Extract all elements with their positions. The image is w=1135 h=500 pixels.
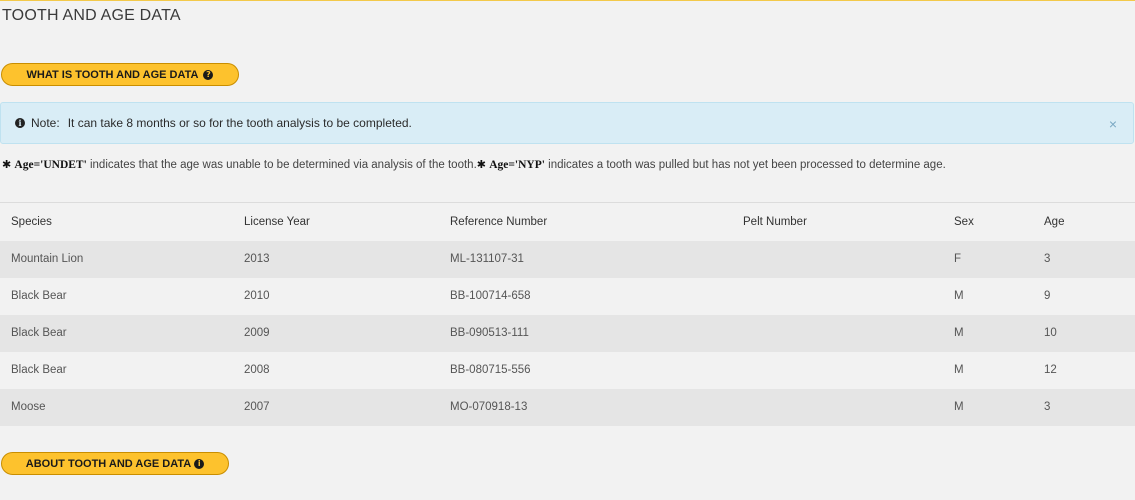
note-alert: i Note: It can take 8 months or so for t…	[0, 102, 1134, 144]
tooth-age-table: Species License Year Reference Number Pe…	[0, 202, 1135, 426]
header-reference-number[interactable]: Reference Number	[439, 203, 732, 241]
cell-pelt-number	[732, 241, 943, 278]
cell-sex: M	[954, 401, 964, 413]
question-circle-icon: ?	[203, 69, 214, 80]
cell-license-year: 2009	[244, 327, 270, 339]
what-is-tooth-age-data-button[interactable]: WHAT IS TOOTH AND AGE DATA ?	[1, 63, 239, 86]
cell-sex: M	[954, 364, 964, 376]
table-row: Moose 2007 MO-070918-13 M 3	[0, 388, 1135, 426]
undet-code: Age='UNDET'	[14, 159, 87, 171]
cell-reference-number: ML-131107-31	[450, 253, 524, 265]
cell-species: Black Bear	[11, 327, 67, 339]
info-circle-icon: i	[15, 118, 25, 128]
asterisk-icon: ✱	[2, 158, 12, 171]
cell-species: Mountain Lion	[11, 253, 84, 265]
close-icon[interactable]: ×	[1109, 116, 1117, 132]
alert-text: It can take 8 months or so for the tooth…	[67, 116, 412, 130]
cell-pelt-number	[732, 278, 943, 315]
cell-reference-number: BB-080715-556	[450, 364, 531, 376]
info-circle-icon: i	[194, 458, 205, 469]
about-tooth-age-data-button[interactable]: ABOUT TOOTH AND AGE DATA i	[1, 452, 229, 475]
table-row: Black Bear 2009 BB-090513-111 M 10	[0, 314, 1135, 352]
cell-species: Moose	[11, 401, 46, 413]
cell-pelt-number	[732, 389, 943, 426]
cell-reference-number: BB-090513-111	[450, 327, 529, 339]
cell-age: 9	[1044, 290, 1051, 302]
top-accent-border	[0, 0, 1135, 1]
cell-reference-number: BB-100714-658	[450, 290, 531, 302]
cell-species: Black Bear	[11, 290, 67, 302]
cell-license-year: 2008	[244, 364, 270, 376]
table-row: Black Bear 2010 BB-100714-658 M 9	[0, 277, 1135, 315]
age-code-legend: ✱ Age='UNDET' indicates that the age was…	[2, 158, 946, 171]
table-row: Mountain Lion 2013 ML-131107-31 F 3	[0, 240, 1135, 278]
table-row: Black Bear 2008 BB-080715-556 M 12	[0, 351, 1135, 389]
header-species[interactable]: Species	[0, 203, 233, 241]
cell-age: 10	[1044, 327, 1057, 339]
nyp-description: indicates a tooth was pulled but has not…	[548, 159, 946, 171]
cell-reference-number: MO-070918-13	[450, 401, 528, 413]
cell-license-year: 2013	[244, 253, 270, 265]
cell-sex: F	[954, 253, 962, 265]
cell-pelt-number	[732, 315, 943, 352]
what-button-label: WHAT IS TOOTH AND AGE DATA	[26, 68, 199, 81]
nyp-code: Age='NYP'	[489, 159, 545, 171]
about-button-label: ABOUT TOOTH AND AGE DATA	[25, 457, 192, 470]
header-pelt-number[interactable]: Pelt Number	[732, 203, 943, 241]
cell-age: 3	[1044, 253, 1051, 265]
asterisk-icon: ✱	[476, 158, 486, 171]
cell-pelt-number	[732, 352, 943, 389]
cell-sex: M	[954, 327, 964, 339]
header-license-year[interactable]: License Year	[233, 203, 439, 241]
cell-license-year: 2007	[244, 401, 270, 413]
page-title: TOOTH AND AGE DATA	[2, 7, 181, 24]
cell-license-year: 2010	[244, 290, 270, 302]
undet-description: indicates that the age was unable to be …	[89, 159, 477, 171]
header-sex[interactable]: Sex	[943, 203, 1033, 241]
table-header-row: Species License Year Reference Number Pe…	[0, 202, 1135, 241]
cell-age: 3	[1044, 401, 1051, 413]
cell-age: 12	[1044, 364, 1057, 376]
alert-label: Note:	[31, 116, 60, 130]
cell-sex: M	[954, 290, 964, 302]
cell-species: Black Bear	[11, 364, 67, 376]
header-age[interactable]: Age	[1033, 203, 1135, 241]
